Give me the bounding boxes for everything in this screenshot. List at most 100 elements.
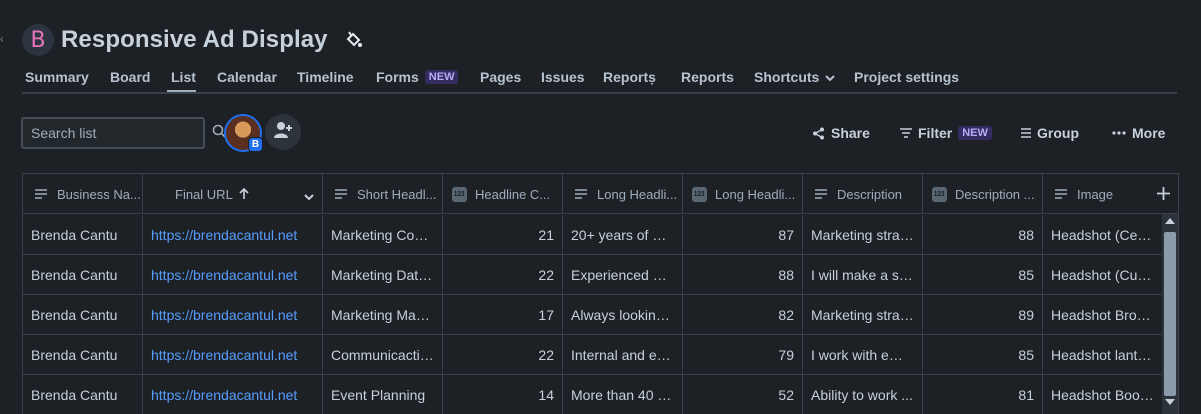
add-people-button[interactable] [265,114,301,150]
cell-final-url[interactable]: https://brendacantul.net [143,375,323,414]
table-row[interactable]: Brenda Cantu https://brendacantul.net Mark… [23,255,1163,295]
chevron-down-icon[interactable] [304,189,314,204]
cell-image[interactable]: Headshot (Cube... [1043,255,1163,295]
column-header-long-headline[interactable]: Long Headli... [563,174,683,214]
scroll-up-arrow-icon[interactable] [1165,218,1175,224]
column-header-short-headline[interactable]: Short Headl... [323,174,443,214]
cell-business-name[interactable]: Brenda Cantu [23,335,143,375]
add-column-icon[interactable] [1157,187,1170,203]
cell-description-count[interactable]: 89 [923,295,1043,335]
cell-long-headline-count[interactable]: 79 [683,335,803,375]
tab-calendar[interactable]: Calendar [217,68,277,86]
tab-shortcuts[interactable]: Shortcuts [754,68,836,86]
cell-business-name[interactable]: Brenda Cantu [23,215,143,255]
share-button[interactable]: Share [812,124,870,142]
cell-headline-count[interactable]: 17 [443,295,563,335]
url-link[interactable]: https://brendacantul.net [151,307,314,323]
cell-final-url[interactable]: https://brendacantul.net [143,335,323,375]
table-row[interactable]: Brenda Cantu https://brendacantul.net Comm… [23,335,1163,375]
group-button[interactable]: Group [1021,124,1079,142]
cell-long-headline[interactable]: 20+ years of ex... [563,215,683,255]
column-header-description[interactable]: Description [803,174,923,214]
cell-headline-count[interactable]: 21 [443,215,563,255]
cell-long-headline[interactable]: Experienced pro... [563,255,683,295]
cell-long-headline-count[interactable]: 82 [683,295,803,335]
new-badge: NEW [958,126,992,140]
tab-reports-alt[interactable]: Reportṣ [603,68,656,86]
url-link[interactable]: https://brendacantul.net [151,347,314,363]
cell-long-headline[interactable]: Always looking ... [563,295,683,335]
project-header: B Responsive Ad Display [22,22,364,58]
column-header-business-name[interactable]: Business Na... [23,174,143,214]
cell-description[interactable]: Marketing strat... [803,215,923,255]
tab-reports[interactable]: Reports [681,68,734,86]
column-header-long-headline-count[interactable]: 123 Long Headli... [683,174,803,214]
url-link[interactable]: https://brendacantul.net [151,387,314,403]
search-input[interactable] [31,125,212,141]
cell-headline-count[interactable]: 22 [443,335,563,375]
scrollbar-thumb[interactable] [1164,232,1176,396]
text-field-icon [333,186,349,202]
cell-description[interactable]: Marketing strat... [803,295,923,335]
cell-final-url[interactable]: https://brendacantul.net [143,255,323,295]
table-row[interactable]: Brenda Cantu https://brendacantul.net Mark… [23,215,1163,255]
cell-business-name[interactable]: Brenda Cantu [23,295,143,335]
collapse-handle-icon[interactable]: ‹ [0,34,6,46]
tab-summary[interactable]: Summary [25,68,89,86]
cell-description[interactable]: I will make a sig... [803,255,923,295]
tab-issues[interactable]: Issues [541,68,585,86]
cell-business-name[interactable]: Brenda Cantu [23,255,143,295]
table-row[interactable]: Brenda Cantu https://brendacantul.net Mark… [23,295,1163,335]
chevron-down-icon [825,69,836,85]
avatar-badge: B [248,137,263,152]
column-header-headline-count[interactable]: 123 Headline C... [443,174,563,214]
more-icon [1112,131,1126,135]
cell-headline-count[interactable]: 22 [443,255,563,295]
column-header-image[interactable]: Image [1043,174,1178,214]
cell-description[interactable]: I work with emp... [803,335,923,375]
project-nav-tabs: Summary Board List Calendar Timeline For… [22,62,1177,94]
cell-image[interactable]: Headshot (Cerr... [1043,215,1163,255]
cell-short-headline[interactable]: Marketing Man... [323,295,443,335]
project-avatar[interactable]: B [22,24,54,56]
cell-long-headline-count[interactable]: 52 [683,375,803,414]
url-link[interactable]: https://brendacantul.net [151,227,314,243]
cell-description-count[interactable]: 85 [923,255,1043,295]
cell-final-url[interactable]: https://brendacantul.net [143,215,323,255]
table-row[interactable]: Brenda Cantu https://brendacantul.net Even… [23,375,1163,414]
cell-headline-count[interactable]: 14 [443,375,563,414]
column-header-final-url[interactable]: Final URL [143,174,323,214]
tab-timeline[interactable]: Timeline [297,68,354,86]
paint-bucket-icon[interactable] [344,30,364,50]
tab-pages[interactable]: Pages [480,68,521,86]
cell-description-count[interactable]: 81 [923,375,1043,414]
column-header-description-count[interactable]: 123 Description ... [923,174,1043,214]
more-button[interactable]: More [1112,124,1165,142]
url-link[interactable]: https://brendacantul.net [151,267,314,283]
cell-description[interactable]: Ability to work ... [803,375,923,414]
scroll-down-arrow-icon[interactable] [1165,399,1175,405]
tab-list[interactable]: List [171,68,196,86]
avatar[interactable]: B [224,114,263,152]
cell-long-headline[interactable]: More than 40 e... [563,375,683,414]
tab-board[interactable]: Board [110,68,150,86]
tab-forms[interactable]: Forms NEW [376,68,459,86]
cell-image[interactable]: Headshot Brow... [1043,295,1163,335]
cell-short-headline[interactable]: Communicactio... [323,335,443,375]
cell-final-url[interactable]: https://brendacantul.net [143,295,323,335]
cell-short-headline[interactable]: Marketing Data ... [323,255,443,295]
sort-ascending-icon[interactable] [239,187,249,202]
text-field-icon [33,186,49,202]
cell-description-count[interactable]: 88 [923,215,1043,255]
cell-short-headline[interactable]: Event Planning [323,375,443,414]
cell-long-headline[interactable]: Internal and ext... [563,335,683,375]
cell-long-headline-count[interactable]: 88 [683,255,803,295]
tab-project-settings[interactable]: Project settings [854,68,959,86]
cell-image[interactable]: Headshot lanter... [1043,335,1163,375]
cell-description-count[interactable]: 85 [923,335,1043,375]
cell-long-headline-count[interactable]: 87 [683,215,803,255]
cell-short-headline[interactable]: Marketing Coor... [323,215,443,255]
cell-business-name[interactable]: Brenda Cantu [23,375,143,414]
cell-image[interactable]: Headshot Book... [1043,375,1163,414]
filter-button[interactable]: Filter NEW [900,124,992,142]
